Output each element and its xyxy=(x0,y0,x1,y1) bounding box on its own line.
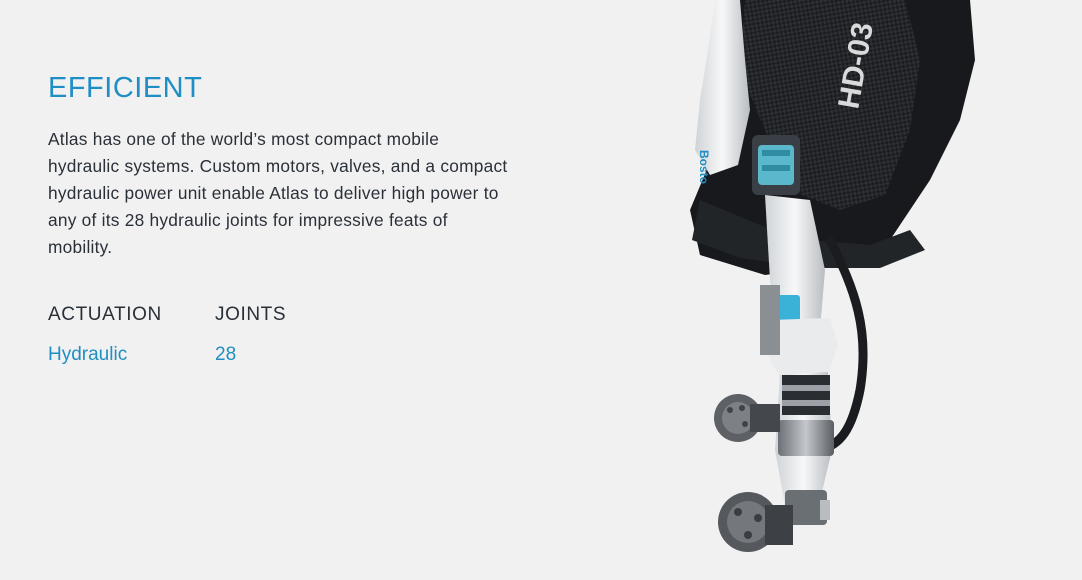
specs-row: ACTUATION Hydraulic JOINTS 28 xyxy=(48,303,518,367)
section-title: EFFICIENT xyxy=(48,72,203,104)
boston-logo-text: Bosto xyxy=(697,150,711,184)
spec-label-joints: JOINTS xyxy=(215,304,287,325)
spec-actuation: ACTUATION Hydraulic xyxy=(48,303,215,367)
section-description: Atlas has one of the world’s most compac… xyxy=(48,129,508,257)
spec-value-joints: 28 xyxy=(215,344,237,365)
efficient-section: EFFICIENT Atlas has one of the world’s m… xyxy=(48,70,518,367)
spec-label-actuation: ACTUATION xyxy=(48,304,162,325)
spec-joints: JOINTS 28 xyxy=(215,303,286,367)
atlas-robot-image: HD-03 Bosto xyxy=(690,0,975,552)
spec-value-actuation: Hydraulic xyxy=(48,344,128,365)
